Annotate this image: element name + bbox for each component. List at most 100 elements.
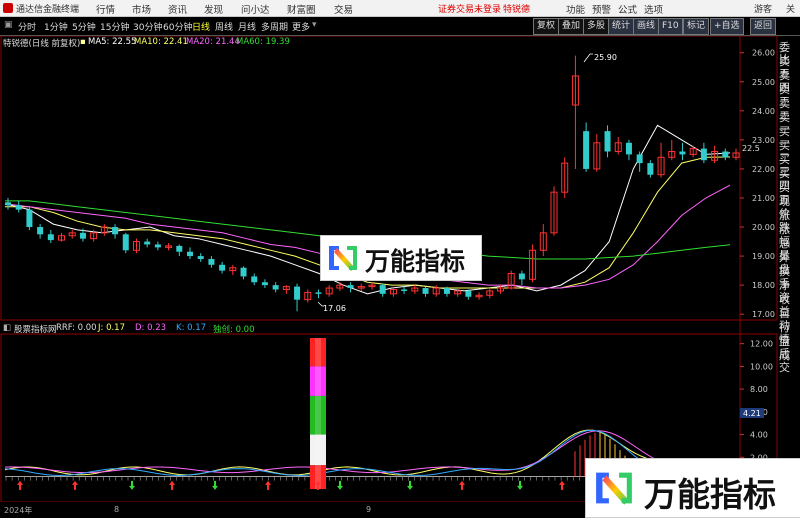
candle-body-down xyxy=(722,151,729,158)
candle-body-down xyxy=(583,131,590,169)
link-yujing[interactable]: 预警 xyxy=(592,2,611,16)
price-tick-label: 21.00 xyxy=(752,194,775,203)
toolbar-left-icon[interactable]: ▣ xyxy=(4,20,13,30)
period-weekly[interactable]: 周线 xyxy=(215,20,233,33)
period-multi[interactable]: 多周期 xyxy=(261,20,288,33)
btn-diejia[interactable]: 叠加 xyxy=(558,18,585,35)
candle-body-down xyxy=(401,289,408,291)
btn-duogu[interactable]: 多股 xyxy=(583,18,610,35)
btn-huaxian[interactable]: 画线 xyxy=(633,18,660,35)
candle-body-down xyxy=(647,163,654,175)
down-arrow-icon xyxy=(407,480,413,490)
btn-biaoji[interactable]: 标记 xyxy=(683,18,710,35)
candle-body-down xyxy=(700,148,707,161)
period-monthly[interactable]: 月线 xyxy=(238,20,256,33)
low-annotation: 17.06 xyxy=(323,304,346,313)
period-60min[interactable]: 60分钟 xyxy=(163,20,192,33)
watermark-text-bottom: 万能指标 xyxy=(644,475,776,514)
menu-bar: 通达信金融终端 行情 市场 资讯 发现 问小达 财富圈 交易 证券交易未登录 特… xyxy=(0,0,800,17)
side-label: 成交 xyxy=(779,349,790,374)
watermark-logo-icon xyxy=(329,246,357,271)
time-label-year: 2024年 xyxy=(4,506,33,515)
period-more[interactable]: 更多 xyxy=(292,20,310,33)
indicator-d: D: 0.23 xyxy=(135,323,167,333)
candle-body-down xyxy=(187,251,193,257)
column-highlight xyxy=(315,338,321,490)
menu-caifuquan[interactable]: 财富圈 xyxy=(287,2,316,16)
period-1min[interactable]: 1分钟 xyxy=(44,20,68,33)
link-gongshi[interactable]: 公式 xyxy=(618,2,637,16)
candle-body-down xyxy=(625,142,632,155)
price-tick-label: 26.00 xyxy=(752,49,775,58)
watermark-banner-top: 万能指标 xyxy=(320,235,482,281)
menu-hangqing[interactable]: 行情 xyxy=(96,2,115,16)
candle-body-down xyxy=(315,292,322,294)
close-button[interactable]: 关 xyxy=(786,2,795,15)
link-xuanxiang[interactable]: 选项 xyxy=(644,2,663,16)
price-tick-label: 18.00 xyxy=(752,281,775,290)
btn-fanhui[interactable]: 返回 xyxy=(750,18,777,35)
time-label-sep: 9 xyxy=(366,505,372,514)
candle-body-down xyxy=(47,234,54,241)
btn-zixuan[interactable]: +自选 xyxy=(710,18,744,35)
current-price-label: 22.5 xyxy=(742,144,760,153)
period-toolbar: ▣ 分时 1分钟 5分钟 15分钟 30分钟 60分钟 日线 周线 月线 多周期… xyxy=(0,17,800,36)
price-tick-label: 22.00 xyxy=(752,165,775,174)
indicator-tick-label: 12.00 xyxy=(750,340,773,349)
down-arrow-icon xyxy=(212,480,218,490)
menu-faxian[interactable]: 发现 xyxy=(204,2,223,16)
period-5min[interactable]: 5分钟 xyxy=(72,20,96,33)
period-30min[interactable]: 30分钟 xyxy=(133,20,162,33)
link-gongneng[interactable]: 功能 xyxy=(566,2,585,16)
guest-user[interactable]: 游客 xyxy=(754,2,772,15)
candle-body-down xyxy=(240,267,247,277)
candle-body-down xyxy=(37,227,44,235)
price-tick-label: 20.00 xyxy=(752,223,775,232)
down-arrow-icon xyxy=(517,480,523,490)
stock-tag[interactable]: 特锐德 xyxy=(503,2,530,15)
period-15min[interactable]: 15分钟 xyxy=(100,20,129,33)
down-arrow-icon xyxy=(337,480,343,490)
up-arrow-icon xyxy=(559,480,565,490)
price-axis: 26.0025.0024.0023.0022.0021.0020.0019.00… xyxy=(740,49,775,319)
quote-side-panel: 委比 卖五 卖四 卖三 卖二 卖一 买一 买二 买三 买四 买五 现价 涨跌 涨幅 总量 外盘 换手 净资 收益 自动… xyxy=(778,36,800,501)
indicator-column xyxy=(310,338,326,490)
candle-body-down xyxy=(422,288,429,294)
candle-body-down xyxy=(15,205,22,210)
price-tick-label: 17.00 xyxy=(752,310,775,319)
btn-fuquan[interactable]: 复权 xyxy=(533,18,560,35)
period-daily[interactable]: 日线 xyxy=(192,20,210,33)
btn-tongji[interactable]: 统计 xyxy=(608,18,635,35)
candle-body-down xyxy=(251,276,258,283)
menu-shichang[interactable]: 市场 xyxy=(132,2,151,16)
time-axis: 2024年 8 9 xyxy=(0,502,580,516)
candle-body-down xyxy=(604,131,611,152)
candle-body-down xyxy=(122,234,129,251)
more-dropdown-icon[interactable]: ▾ xyxy=(312,20,317,30)
indicator-name[interactable]: 股票指标网 xyxy=(14,323,57,335)
candle-body-down xyxy=(465,290,472,297)
candle-body-down xyxy=(379,285,386,294)
indicator-info-bar: ◧ 股票指标网 RRF: 0.00 J: 0.17 D: 0.23 K: 0.1… xyxy=(0,322,740,335)
indicator-tick-label: 4.00 xyxy=(750,431,768,440)
trade-login-notice[interactable]: 证券交易未登录 xyxy=(438,2,501,15)
watermark-text-top: 万能指标 xyxy=(365,247,466,276)
candle-body-down xyxy=(208,258,215,265)
candle-body-down xyxy=(79,232,86,239)
candle-body-down xyxy=(518,273,525,280)
price-tick-label: 19.00 xyxy=(752,252,775,261)
candle-body-down xyxy=(679,151,686,155)
up-arrow-icon xyxy=(459,480,465,490)
candle-body-down xyxy=(347,285,354,289)
candle-body-down xyxy=(176,245,183,252)
btn-f10[interactable]: F10 xyxy=(658,18,683,35)
menu-zixun[interactable]: 资讯 xyxy=(168,2,187,16)
up-arrow-icon xyxy=(17,480,23,490)
indicator-collapse-icon[interactable]: ◧ xyxy=(3,323,11,333)
candle-body-down xyxy=(197,256,204,259)
menu-jiaoyi[interactable]: 交易 xyxy=(334,2,353,16)
menu-wenxiaoda[interactable]: 问小达 xyxy=(241,2,270,16)
indicator-axis: 12.0010.008.006.004.002.00 xyxy=(740,340,773,462)
period-fenshi[interactable]: 分时 xyxy=(18,20,36,33)
candle-body-down xyxy=(443,288,450,294)
